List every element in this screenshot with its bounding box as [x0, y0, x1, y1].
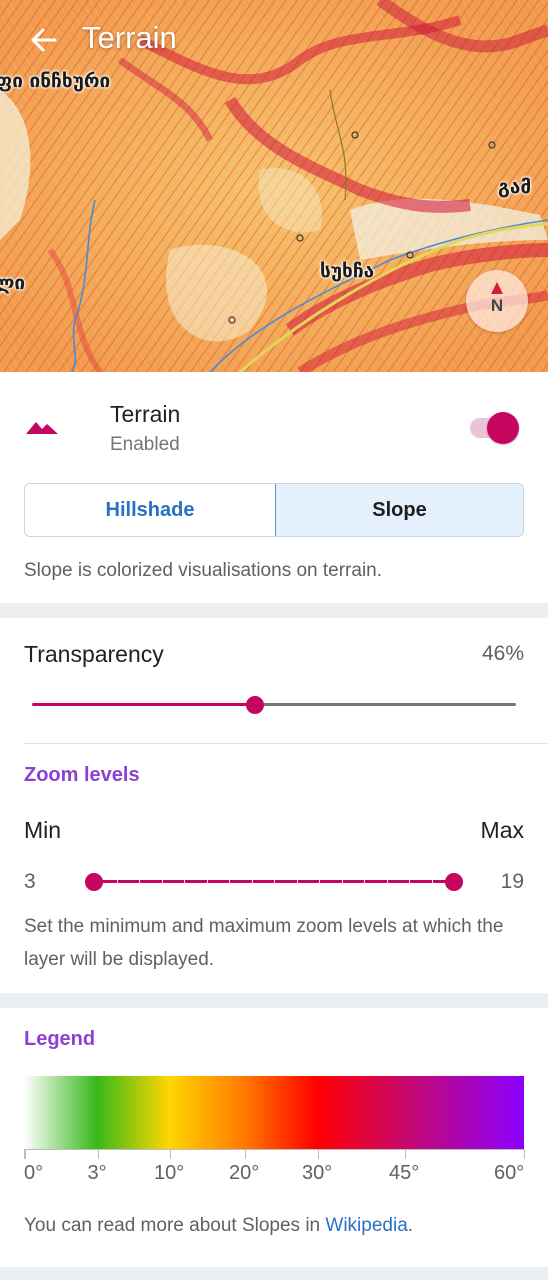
zoom-step-tick [319, 879, 320, 884]
transparency-slider[interactable] [32, 693, 516, 717]
terrain-status: Enabled [110, 434, 180, 455]
terrain-mode-selector: Hillshade Slope [24, 483, 524, 537]
legend-tick-label: 60° [494, 1162, 525, 1184]
legend-tick-label: 3° [87, 1162, 107, 1184]
axis-line [25, 1149, 525, 1150]
map-place-label: ფი ინჩხური [0, 70, 111, 92]
slider-inactive-track [255, 703, 516, 706]
arrow-back-icon [31, 28, 57, 52]
zoom-step-tick [387, 879, 388, 884]
mode-description: Slope is colorized visualisations on ter… [24, 560, 383, 581]
legend-tick [25, 1149, 26, 1159]
max-label: Max [480, 817, 524, 843]
divider [24, 743, 548, 744]
legend-tick-label: 45° [389, 1162, 420, 1184]
compass-button[interactable]: N [466, 270, 528, 332]
zoom-step-tick [364, 879, 365, 884]
legend-tick-label: 10° [154, 1162, 185, 1184]
max-zoom-value: 19 [500, 870, 524, 893]
page-title: Terrain [82, 20, 177, 55]
zoom-range-slider[interactable] [85, 870, 463, 894]
zoom-step-tick [117, 879, 118, 884]
slider-active-track [32, 703, 255, 706]
legend-note-text: You can read more about Slopes in [24, 1215, 326, 1236]
legend-axis [24, 1149, 525, 1159]
legend-tick-label: 0° [24, 1162, 44, 1184]
back-button[interactable] [26, 22, 62, 58]
transparency-value: 46% [481, 642, 524, 665]
map-place-label: გამ [498, 176, 532, 198]
zoom-step-tick [432, 879, 433, 884]
zoom-step-tick [229, 879, 230, 884]
transparency-label: Transparency [24, 641, 164, 667]
legend-tick [405, 1149, 406, 1159]
min-zoom-value: 3 [24, 870, 36, 893]
wikipedia-link[interactable]: Wikipedia [325, 1215, 407, 1236]
min-zoom-thumb[interactable] [85, 873, 103, 891]
terrain-toggle[interactable] [470, 412, 520, 444]
map-view[interactable]: ფი ინჩხური გამ ლი სუხჩა Terrain N [0, 0, 548, 372]
zoom-step-tick [184, 879, 185, 884]
toggle-knob [487, 412, 519, 444]
legend-note-end: . [407, 1215, 414, 1236]
zoom-step-tick [162, 879, 163, 884]
zoom-step-tick [252, 879, 253, 884]
terrain-title: Terrain [110, 401, 181, 427]
legend-tick [98, 1149, 99, 1159]
zoom-step-tick [409, 879, 410, 884]
compass-letter: N [491, 296, 503, 315]
slope-option[interactable]: Slope [274, 484, 523, 536]
zoom-description: Set the minimum and maximum zoom levels … [24, 916, 504, 970]
legend-tick-label: 20° [229, 1162, 260, 1184]
zoom-step-tick [274, 879, 275, 884]
zoom-step-tick [139, 879, 140, 884]
legend-tick [318, 1149, 319, 1159]
compass-icon: N [491, 282, 503, 315]
map-place-label: ლი [0, 272, 26, 294]
legend-note: You can read more about Slopes in Wikipe… [24, 1215, 413, 1237]
zoom-step-tick [297, 879, 298, 884]
legend-tick-label: 30° [302, 1162, 333, 1184]
slope-color-scale [24, 1076, 524, 1150]
legend-tick [524, 1149, 525, 1159]
zoom-step-tick [342, 879, 343, 884]
min-label: Min [24, 817, 62, 843]
slider-thumb[interactable] [246, 696, 264, 714]
mountain-icon [26, 422, 58, 434]
legend-tick [245, 1149, 246, 1159]
hillshade-option[interactable]: Hillshade [25, 484, 275, 536]
zoom-levels-title: Zoom levels [24, 764, 140, 786]
legend-tick [170, 1149, 171, 1159]
zoom-step-tick [207, 879, 208, 884]
max-zoom-thumb[interactable] [445, 873, 463, 891]
map-place-label: სუხჩა [320, 260, 375, 282]
legend-title: Legend [24, 1028, 96, 1050]
